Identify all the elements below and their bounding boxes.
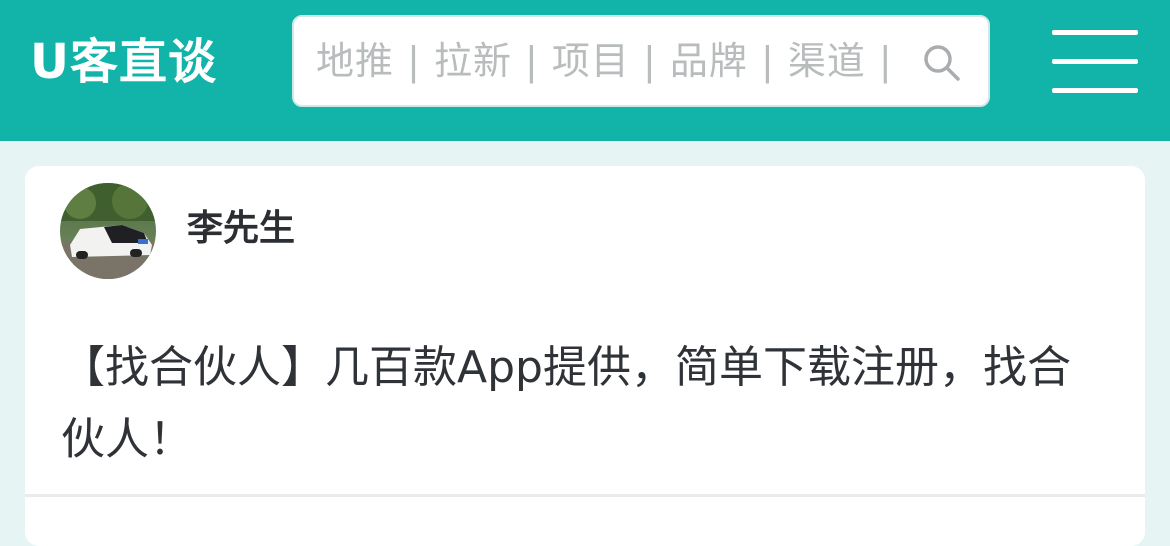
search-icon[interactable] xyxy=(922,43,962,83)
divider xyxy=(25,494,1145,497)
top-header: U客直谈 地推 | 拉新 | 项目 | 品牌 | 渠道 | xyxy=(0,0,1170,141)
post-card[interactable]: 李先生 【找合伙人】几百款App提供，简单下载注册，找合伙人！ xyxy=(25,166,1145,546)
search-placeholder[interactable]: 地推 | 拉新 | 项目 | 品牌 | 渠道 | xyxy=(316,17,893,105)
avatar[interactable] xyxy=(60,183,156,279)
search-bar[interactable]: 地推 | 拉新 | 项目 | 品牌 | 渠道 | xyxy=(292,15,990,107)
hamburger-menu-icon[interactable] xyxy=(1052,30,1138,94)
author-name[interactable]: 李先生 xyxy=(187,206,295,252)
site-logo[interactable]: U客直谈 xyxy=(30,30,217,94)
post-content[interactable]: 【找合伙人】几百款App提供，简单下载注册，找合伙人！ xyxy=(61,332,1101,476)
